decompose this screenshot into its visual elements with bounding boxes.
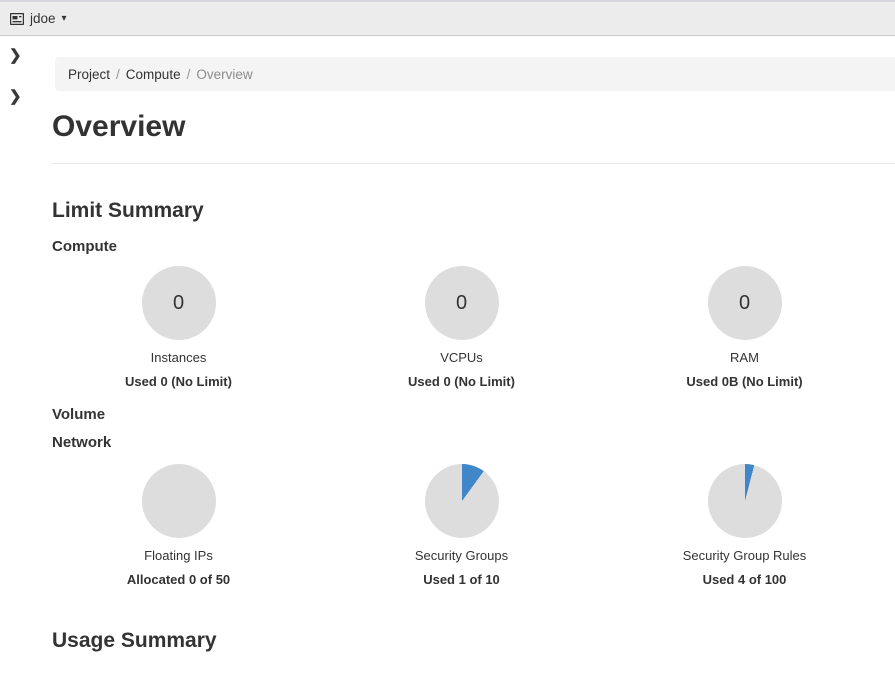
chart-caption: Used 1 of 10: [423, 572, 500, 588]
usage-summary-heading: Usage Summary: [52, 628, 895, 654]
breadcrumb: Project / Compute / Overview: [55, 57, 895, 91]
ram-pie-chart: 0: [708, 266, 782, 340]
limit-chart-security-group-rules: Security Group Rules Used 4 of 100: [603, 464, 886, 588]
chart-caption: Used 0 (No Limit): [408, 374, 515, 390]
vcpus-pie-chart: 0: [425, 266, 499, 340]
chart-label: Instances: [151, 350, 207, 366]
chart-label: Security Group Rules: [683, 548, 807, 564]
chart-caption: Allocated 0 of 50: [127, 572, 230, 588]
chart-label: Security Groups: [415, 548, 508, 564]
breadcrumb-separator: /: [187, 67, 191, 82]
limit-summary-heading: Limit Summary: [52, 198, 895, 224]
pie-center-value: 0: [456, 293, 467, 313]
pie-center-value: 0: [173, 293, 184, 313]
title-divider: [52, 163, 895, 164]
breadcrumb-project[interactable]: Project: [68, 67, 110, 82]
limit-chart-floating-ips: Floating IPs Allocated 0 of 50: [37, 464, 320, 588]
security-group-rules-pie-chart: [708, 464, 782, 538]
domain-card-icon: [10, 13, 24, 25]
limit-chart-security-groups: Security Groups Used 1 of 10: [320, 464, 603, 588]
user-menu-label: jdoe: [30, 11, 56, 26]
pie-center-value: 0: [739, 293, 750, 313]
chart-label: RAM: [730, 350, 759, 366]
compute-limits-row: 0 Instances Used 0 (No Limit) 0 VCPUs Us…: [37, 266, 886, 390]
limit-chart-ram: 0 RAM Used 0B (No Limit): [603, 266, 886, 390]
top-navbar: jdoe ▾: [0, 0, 895, 36]
instances-pie-chart: 0: [142, 266, 216, 340]
user-menu[interactable]: jdoe ▾: [10, 11, 67, 26]
breadcrumb-separator: /: [116, 67, 120, 82]
limit-chart-instances: 0 Instances Used 0 (No Limit): [37, 266, 320, 390]
floating-ips-pie-chart: [142, 464, 216, 538]
page-title: Overview: [52, 109, 895, 145]
chart-caption: Used 0B (No Limit): [686, 374, 802, 390]
chart-label: Floating IPs: [144, 548, 213, 564]
breadcrumb-current: Overview: [196, 67, 252, 82]
sidebar-expand-toggle-top[interactable]: ❯: [9, 48, 22, 63]
chart-caption: Used 0 (No Limit): [125, 374, 232, 390]
main-content: Project / Compute / Overview Overview Li…: [0, 57, 895, 654]
breadcrumb-compute[interactable]: Compute: [126, 67, 181, 82]
limit-chart-vcpus: 0 VCPUs Used 0 (No Limit): [320, 266, 603, 390]
group-heading-compute: Compute: [52, 237, 895, 257]
caret-down-icon: ▾: [62, 14, 67, 24]
sidebar-expand-toggle-bottom[interactable]: ❯: [9, 89, 22, 104]
group-heading-volume: Volume: [52, 405, 895, 425]
network-limits-row: Floating IPs Allocated 0 of 50 Security …: [37, 464, 886, 588]
chart-label: VCPUs: [440, 350, 483, 366]
security-groups-pie-chart: [425, 464, 499, 538]
chart-caption: Used 4 of 100: [703, 572, 787, 588]
group-heading-network: Network: [52, 433, 895, 453]
